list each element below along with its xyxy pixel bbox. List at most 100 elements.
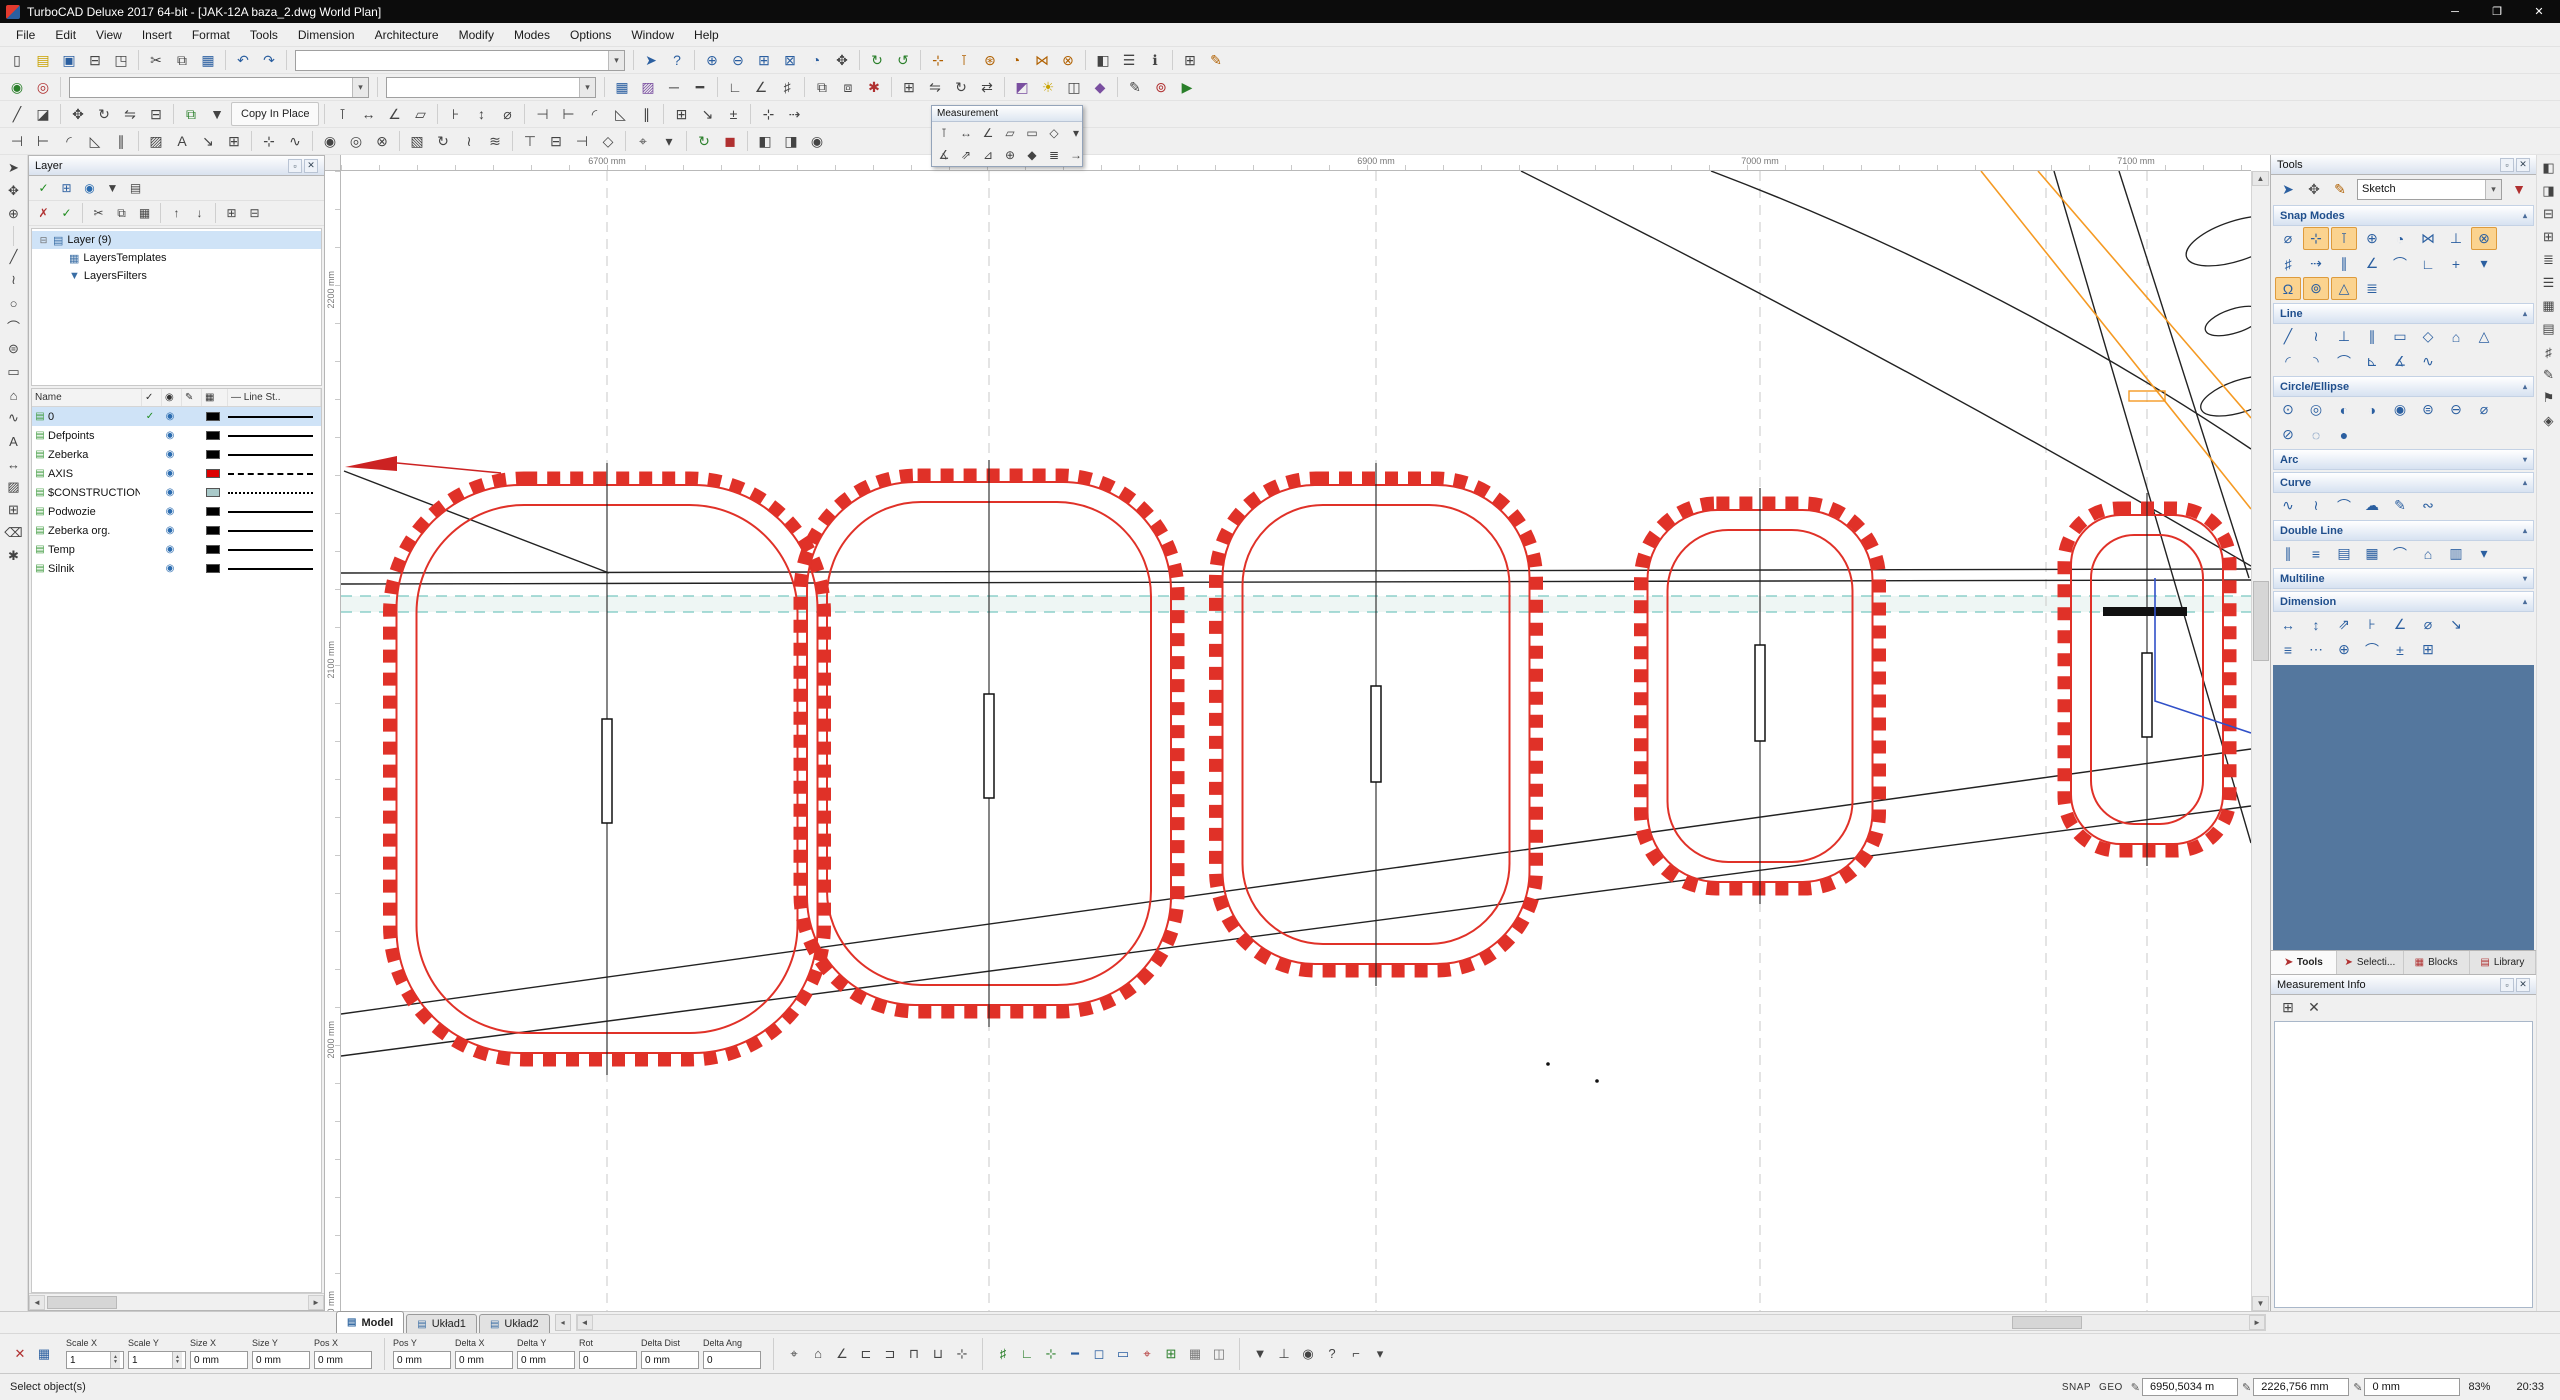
visibility-eye-icon[interactable]: ◉ [160, 563, 180, 574]
tools-palette-titlebar[interactable]: Tools ▫ ✕ [2271, 155, 2536, 175]
snap-midpoint-icon[interactable]: ⊺ [952, 48, 976, 72]
line-pattern-icon[interactable]: ─ [662, 75, 686, 99]
menu-modes[interactable]: Modes [504, 25, 560, 45]
scroll-thumb[interactable] [47, 1295, 117, 1309]
line-style-sample[interactable] [228, 472, 313, 475]
layer-row-podwozie[interactable]: ▤ Podwozie ◉ [32, 502, 321, 521]
symbols-panel-icon[interactable]: ◈ [2538, 410, 2560, 432]
chevron-down-icon[interactable]: ▾ [579, 77, 595, 97]
measure-angle-icon[interactable]: ∠ [978, 123, 998, 143]
snap-intersection-icon[interactable]: ⋈ [1030, 48, 1054, 72]
measurement-info-titlebar[interactable]: Measurement Info ▫ ✕ [2271, 975, 2536, 995]
snap-indicator[interactable]: SNAP [2062, 1382, 2091, 1393]
blocks-panel-icon[interactable]: ▦ [2538, 295, 2560, 317]
tips-icon[interactable]: ? [1321, 1343, 1343, 1365]
line-style-sample[interactable] [228, 434, 313, 437]
relative-coord-icon[interactable]: ⌂ [807, 1343, 829, 1365]
dim-leader-icon[interactable]: ↘ [2443, 613, 2469, 636]
brush-style-icon[interactable]: ▨ [636, 75, 660, 99]
measure-point-icon[interactable]: ⊺ [934, 123, 954, 143]
dim-quick-icon[interactable]: ⊞ [2415, 638, 2441, 661]
menu-tools[interactable]: Tools [240, 25, 288, 45]
rotate-object-icon[interactable]: ↻ [92, 102, 116, 126]
tab-model[interactable]: ▤ Model [336, 1311, 405, 1333]
section-arc[interactable]: Arc ▾ [2273, 449, 2534, 470]
edit-field-icon[interactable]: ✎ [2242, 1381, 2251, 1394]
scroll-left-arrow[interactable]: ◄ [576, 1315, 593, 1330]
explode-icon[interactable]: ✱ [862, 75, 886, 99]
loft-icon[interactable]: ≋ [483, 129, 507, 153]
tree-item-layersfilters[interactable]: ▼ LayersFilters [32, 267, 321, 285]
palette-right-icon[interactable]: ◨ [2538, 180, 2560, 202]
spinner-arrows-icon[interactable]: ▲ ▼ [110, 1352, 120, 1368]
toolbar-combo[interactable]: ▾ [295, 49, 625, 71]
circle-3-point-icon[interactable]: ◑ [2359, 398, 2385, 421]
weight-display-icon[interactable]: ━ [1064, 1343, 1086, 1365]
measure-angle-3pt-icon[interactable]: ∡ [934, 145, 954, 165]
section-double-line[interactable]: Double Line ▴ [2273, 520, 2534, 541]
cancel-icon[interactable]: ✕ [9, 1343, 31, 1365]
view-top-icon[interactable]: ⊤ [518, 129, 542, 153]
table-tool-icon[interactable]: ⊞ [222, 129, 246, 153]
zoom-previous-icon[interactable]: ◔ [804, 48, 828, 72]
menu-file[interactable]: File [6, 25, 45, 45]
snap-nearest-icon[interactable]: ⊗ [1056, 48, 1080, 72]
rectangle-icon[interactable]: ▭ [2387, 325, 2413, 348]
grid-on-icon[interactable]: ♯ [992, 1343, 1014, 1365]
color-swatch[interactable] [206, 431, 220, 440]
aperture-icon[interactable]: ⊚ [2303, 277, 2329, 300]
color-swatch[interactable] [206, 469, 220, 478]
menu-dimension[interactable]: Dimension [288, 25, 365, 45]
dim-arc-length-icon[interactable]: ⌒ [2359, 638, 2385, 661]
view-iso-icon[interactable]: ◇ [596, 129, 620, 153]
close-icon[interactable]: ✕ [304, 158, 318, 173]
perpendicular-line-icon[interactable]: ⊥ [2331, 325, 2357, 348]
snap-vertex-icon[interactable]: ⊹ [926, 48, 950, 72]
measure-distance-icon[interactable]: ↔ [956, 123, 976, 143]
modify-trim-icon[interactable]: ⊣ [530, 102, 554, 126]
erase-tool-icon[interactable]: ⌫ [3, 522, 25, 544]
wall-icon[interactable]: ▤ [2331, 542, 2357, 565]
wcs-icon[interactable]: ⌖ [1136, 1343, 1158, 1365]
layer-states-icon[interactable]: ▤ [125, 178, 146, 199]
dim-tolerance-icon[interactable]: ± [2387, 638, 2413, 661]
snap-nearest-icon[interactable]: ⊗ [2471, 227, 2497, 250]
measure-perimeter-icon[interactable]: ▭ [1022, 123, 1042, 143]
column-header-c5[interactable]: — Line St.. [228, 389, 321, 406]
measure-bearing-icon[interactable]: ⇗ [956, 145, 976, 165]
chevron-up-icon[interactable]: ▴ [2523, 309, 2527, 318]
light-editor-icon[interactable]: ☀ [1036, 75, 1060, 99]
array-copy-icon[interactable]: ⊞ [897, 75, 921, 99]
paste-block-icon[interactable]: ▼ [205, 102, 229, 126]
canvas-vscrollbar[interactable]: ▲ ▼ [2251, 171, 2270, 1311]
visibility-eye-icon[interactable]: ◉ [160, 449, 180, 460]
grid-toggle-icon[interactable]: ♯ [775, 75, 799, 99]
visibility-eye-icon[interactable]: ◉ [160, 430, 180, 441]
measure-distance-icon[interactable]: ↔ [356, 102, 380, 126]
tracking-icon[interactable]: ⇢ [782, 102, 806, 126]
circle-tool-icon[interactable]: ○ [3, 292, 25, 314]
scroll-right-arrow[interactable]: ► [308, 1294, 324, 1310]
color-swatch[interactable] [206, 412, 220, 421]
paper-space-icon[interactable]: ▭ [1112, 1343, 1134, 1365]
snap-temp-point-icon[interactable]: + [2443, 252, 2469, 275]
polar-coord-icon[interactable]: ∠ [831, 1343, 853, 1365]
tile-horizontal-icon[interactable]: ⊟ [2538, 203, 2560, 225]
snap-grid-icon[interactable]: ♯ [2275, 252, 2301, 275]
collapse-all-icon[interactable]: ⊟ [244, 203, 265, 224]
style-brush-icon[interactable]: ✎ [2328, 177, 2352, 201]
snap-extension-icon[interactable]: ⇢ [2303, 252, 2329, 275]
palette-tab-selecti[interactable]: ➤ Selecti... [2337, 951, 2404, 974]
ungroup-icon[interactable]: ⧈ [836, 75, 860, 99]
bezier-icon[interactable]: ≀ [2303, 494, 2329, 517]
measure-mass-icon[interactable]: ◆ [1022, 145, 1042, 165]
tab-uk-ad2[interactable]: ▤ Układ2 [478, 1314, 550, 1333]
visibility-eye-icon[interactable]: ◉ [160, 468, 180, 479]
snap-intersection-icon[interactable]: ⋈ [2415, 227, 2441, 250]
explode-tool-icon[interactable]: ✱ [3, 545, 25, 567]
text-insert-icon[interactable]: A [3, 430, 25, 452]
section-line[interactable]: Line ▴ [2273, 303, 2534, 324]
selection-filter-icon[interactable]: ▼ [1249, 1343, 1271, 1365]
layer-row-silnik[interactable]: ▤ Silnik ◉ [32, 559, 321, 578]
insert-block-icon[interactable]: ⊞ [3, 499, 25, 521]
